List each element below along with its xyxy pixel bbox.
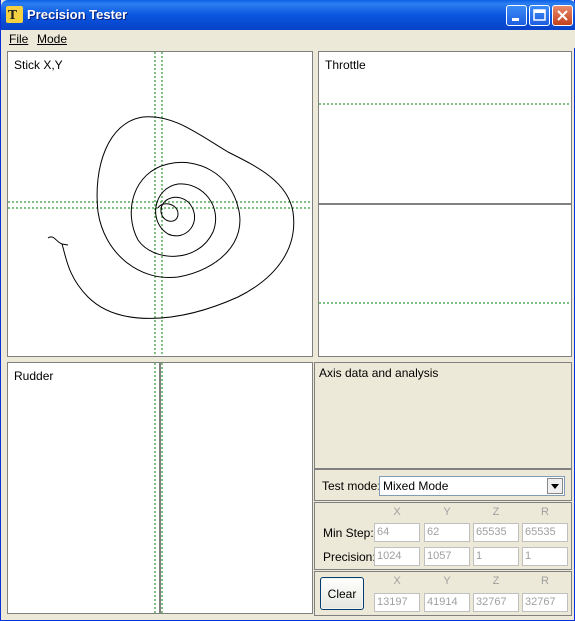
current-z: 32767 [473, 593, 519, 612]
rudder-panel: Rudder [7, 362, 313, 614]
precision-label: Precision: [323, 550, 376, 564]
test-mode-select[interactable]: Mixed Mode [379, 476, 565, 496]
chevron-down-icon [551, 484, 559, 489]
app-window: T Precision Tester File Mode Stick X,Y T… [0, 0, 575, 621]
current-header-x: X [393, 575, 401, 587]
analysis-panel: Axis data and analysis [314, 362, 572, 469]
maximize-button[interactable] [529, 5, 550, 26]
col-header-x: X [393, 506, 401, 518]
precision-r: 1 [522, 547, 568, 566]
min-step-x: 64 [374, 523, 420, 542]
clear-button-label: Clear [327, 587, 357, 601]
window-title: Precision Tester [27, 7, 128, 22]
stick-panel: Stick X,Y [7, 51, 313, 357]
current-y: 41914 [424, 593, 470, 612]
title-bar[interactable]: T Precision Tester [1, 0, 575, 30]
stick-plot [8, 52, 312, 356]
col-header-r: R [541, 506, 549, 518]
test-mode-value: Mixed Mode [383, 479, 449, 493]
svg-text:T: T [8, 8, 17, 22]
throttle-panel: Throttle [318, 51, 572, 357]
min-step-r: 65535 [522, 523, 568, 542]
rudder-plot [154, 363, 163, 613]
col-header-y: Y [443, 506, 451, 518]
test-mode-label: Test mode: [322, 479, 381, 493]
stats-panel: X Y Z R Min Step: 64 62 65535 65535 Prec… [314, 502, 572, 570]
precision-y: 1057 [424, 547, 470, 566]
close-icon [557, 10, 568, 21]
col-header-z: Z [492, 506, 500, 518]
current-r: 32767 [522, 593, 568, 612]
min-step-label: Min Step: [323, 526, 374, 540]
precision-z: 1 [473, 547, 519, 566]
menu-mode[interactable]: Mode [37, 32, 67, 46]
precision-x: 1024 [374, 547, 420, 566]
analysis-label: Axis data and analysis [319, 366, 439, 380]
min-step-z: 65535 [473, 523, 519, 542]
app-icon: T [6, 6, 23, 23]
throttle-plot [319, 103, 571, 304]
dropdown-button[interactable] [547, 478, 563, 494]
clear-button[interactable]: Clear [320, 577, 364, 610]
min-step-y: 62 [424, 523, 470, 542]
menu-bar: File Mode [1, 30, 575, 48]
current-header-z: Z [492, 575, 500, 587]
current-header-r: R [541, 575, 549, 587]
minimize-button[interactable] [506, 5, 527, 26]
current-header-y: Y [443, 575, 451, 587]
current-x: 13197 [374, 593, 420, 612]
close-button[interactable] [552, 5, 573, 26]
menu-file[interactable]: File [9, 32, 28, 46]
maximize-icon [533, 9, 546, 21]
minimize-icon [512, 18, 519, 21]
